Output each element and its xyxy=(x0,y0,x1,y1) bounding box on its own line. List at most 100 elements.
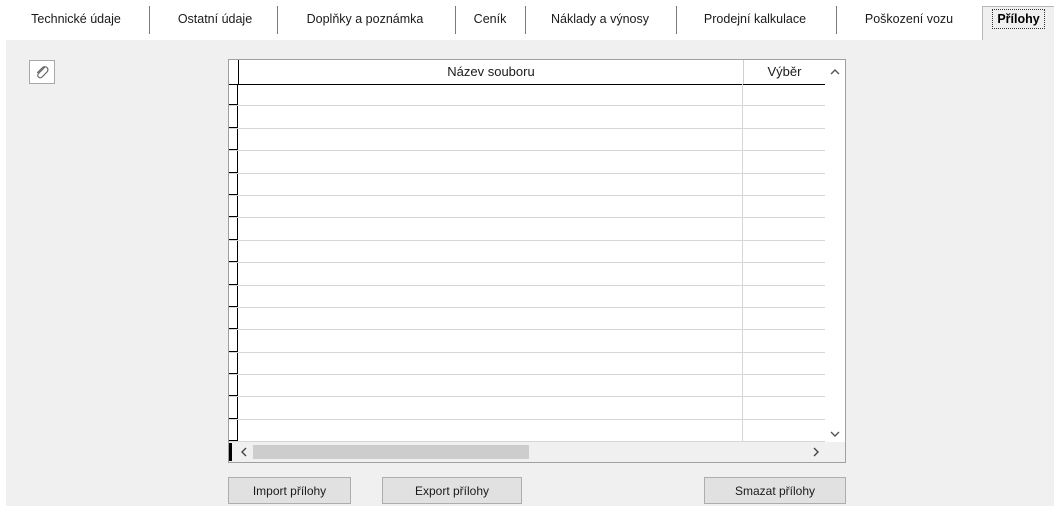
import-attachment-button[interactable]: Import přílohy xyxy=(228,477,351,504)
cell-filename[interactable] xyxy=(239,106,743,128)
row-indicator[interactable] xyxy=(229,352,238,375)
export-attachment-button[interactable]: Export přílohy xyxy=(382,477,522,504)
cell-selection[interactable] xyxy=(744,106,825,127)
cell-selection[interactable] xyxy=(744,151,825,172)
grid-header: Název souboru Výběr xyxy=(229,60,825,85)
attach-button[interactable] xyxy=(29,60,55,84)
cell-selection[interactable] xyxy=(744,84,825,105)
row-indicator[interactable] xyxy=(229,151,238,173)
cell-selection[interactable] xyxy=(744,174,825,195)
cell-filename[interactable] xyxy=(239,330,743,352)
table-row[interactable] xyxy=(229,263,825,286)
row-indicator[interactable] xyxy=(229,285,238,307)
cell-filename[interactable] xyxy=(239,218,743,240)
row-indicator-marker xyxy=(229,443,232,461)
scrollbar-thumb[interactable] xyxy=(253,445,529,459)
cell-selection[interactable] xyxy=(744,129,825,150)
cell-filename[interactable] xyxy=(239,151,743,173)
tab-separator xyxy=(149,6,150,34)
row-indicator[interactable] xyxy=(229,84,238,106)
cell-filename[interactable] xyxy=(239,173,743,195)
table-row[interactable] xyxy=(229,84,825,107)
tab-label: Doplňky a poznámka xyxy=(306,12,424,26)
row-indicator[interactable] xyxy=(229,330,238,352)
table-row[interactable] xyxy=(229,128,825,152)
table-row[interactable] xyxy=(229,151,825,174)
cell-selection[interactable] xyxy=(744,241,825,262)
tab-prodejni-kalkulace[interactable]: Prodejní kalkulace xyxy=(682,6,828,32)
cell-selection[interactable] xyxy=(744,353,825,374)
row-indicator[interactable] xyxy=(229,419,238,442)
table-row[interactable] xyxy=(229,375,825,398)
column-header-filename[interactable]: Název souboru xyxy=(239,60,744,84)
cell-filename[interactable] xyxy=(239,285,743,307)
cell-filename[interactable] xyxy=(239,240,743,263)
table-row[interactable] xyxy=(229,419,825,443)
chevron-down-icon[interactable] xyxy=(825,424,845,444)
table-row[interactable] xyxy=(229,307,825,331)
delete-attachments-button[interactable]: Smazat přílohy xyxy=(704,477,846,504)
cell-filename[interactable] xyxy=(239,128,743,151)
tab-label: Poškození vozu xyxy=(864,12,954,26)
cell-filename[interactable] xyxy=(239,307,743,330)
column-header-selection[interactable]: Výběr xyxy=(744,60,825,84)
cell-selection[interactable] xyxy=(744,308,825,329)
table-row[interactable] xyxy=(229,240,825,264)
table-row[interactable] xyxy=(229,195,825,219)
cell-filename[interactable] xyxy=(239,397,743,419)
tab-separator xyxy=(525,6,526,34)
row-indicator[interactable] xyxy=(229,218,238,240)
tab-naklady-a-vynosy[interactable]: Náklady a výnosy xyxy=(532,6,668,32)
chevron-right-icon[interactable] xyxy=(807,442,825,462)
vertical-scrollbar[interactable] xyxy=(825,60,845,442)
cell-selection[interactable] xyxy=(744,375,825,396)
table-row[interactable] xyxy=(229,330,825,353)
cell-selection[interactable] xyxy=(744,196,825,217)
cell-filename[interactable] xyxy=(239,375,743,397)
row-indicator[interactable] xyxy=(229,195,238,218)
grid-body xyxy=(229,84,825,443)
tab-separator xyxy=(836,6,837,34)
cell-filename[interactable] xyxy=(239,195,743,218)
table-row[interactable] xyxy=(229,285,825,308)
tab-poskozeni-vozu[interactable]: Poškození vozu xyxy=(844,6,974,32)
cell-filename[interactable] xyxy=(239,84,743,106)
row-indicator[interactable] xyxy=(229,375,238,397)
cell-selection[interactable] xyxy=(744,330,825,351)
tab-label: Přílohy xyxy=(992,9,1045,29)
tab-label: Náklady a výnosy xyxy=(551,12,649,26)
row-indicator[interactable] xyxy=(229,106,238,128)
tab-prilohy[interactable]: Přílohy xyxy=(983,6,1054,32)
row-indicator[interactable] xyxy=(229,240,238,263)
cell-selection[interactable] xyxy=(744,420,825,441)
cell-selection[interactable] xyxy=(744,263,825,284)
row-indicator[interactable] xyxy=(229,173,238,195)
row-indicator[interactable] xyxy=(229,397,238,419)
cell-filename[interactable] xyxy=(239,263,743,285)
cell-selection[interactable] xyxy=(744,286,825,307)
tab-label: Technické údaje xyxy=(31,12,121,26)
attachments-grid[interactable]: Název souboru Výběr xyxy=(228,59,846,463)
tab-label: Ostatní údaje xyxy=(177,12,253,26)
chevron-left-icon[interactable] xyxy=(235,442,253,462)
row-indicator[interactable] xyxy=(229,263,238,285)
tab-technicke-udaje[interactable]: Technické údaje xyxy=(8,6,144,32)
row-indicator-header xyxy=(229,60,239,84)
table-row[interactable] xyxy=(229,218,825,241)
table-row[interactable] xyxy=(229,352,825,376)
cell-selection[interactable] xyxy=(744,218,825,239)
row-indicator[interactable] xyxy=(229,128,238,151)
tab-ostatni-udaje[interactable]: Ostatní údaje xyxy=(160,6,270,32)
chevron-up-icon[interactable] xyxy=(825,62,845,82)
cell-filename[interactable] xyxy=(239,352,743,375)
table-row[interactable] xyxy=(229,173,825,196)
tab-doplnky-a-poznamka[interactable]: Doplňky a poznámka xyxy=(283,6,447,32)
row-indicator[interactable] xyxy=(229,307,238,330)
horizontal-scrollbar[interactable] xyxy=(229,442,845,462)
tab-separator xyxy=(455,6,456,34)
table-row[interactable] xyxy=(229,397,825,420)
cell-filename[interactable] xyxy=(239,419,743,442)
cell-selection[interactable] xyxy=(744,397,825,418)
table-row[interactable] xyxy=(229,106,825,129)
tab-cenik[interactable]: Ceník xyxy=(461,6,519,32)
